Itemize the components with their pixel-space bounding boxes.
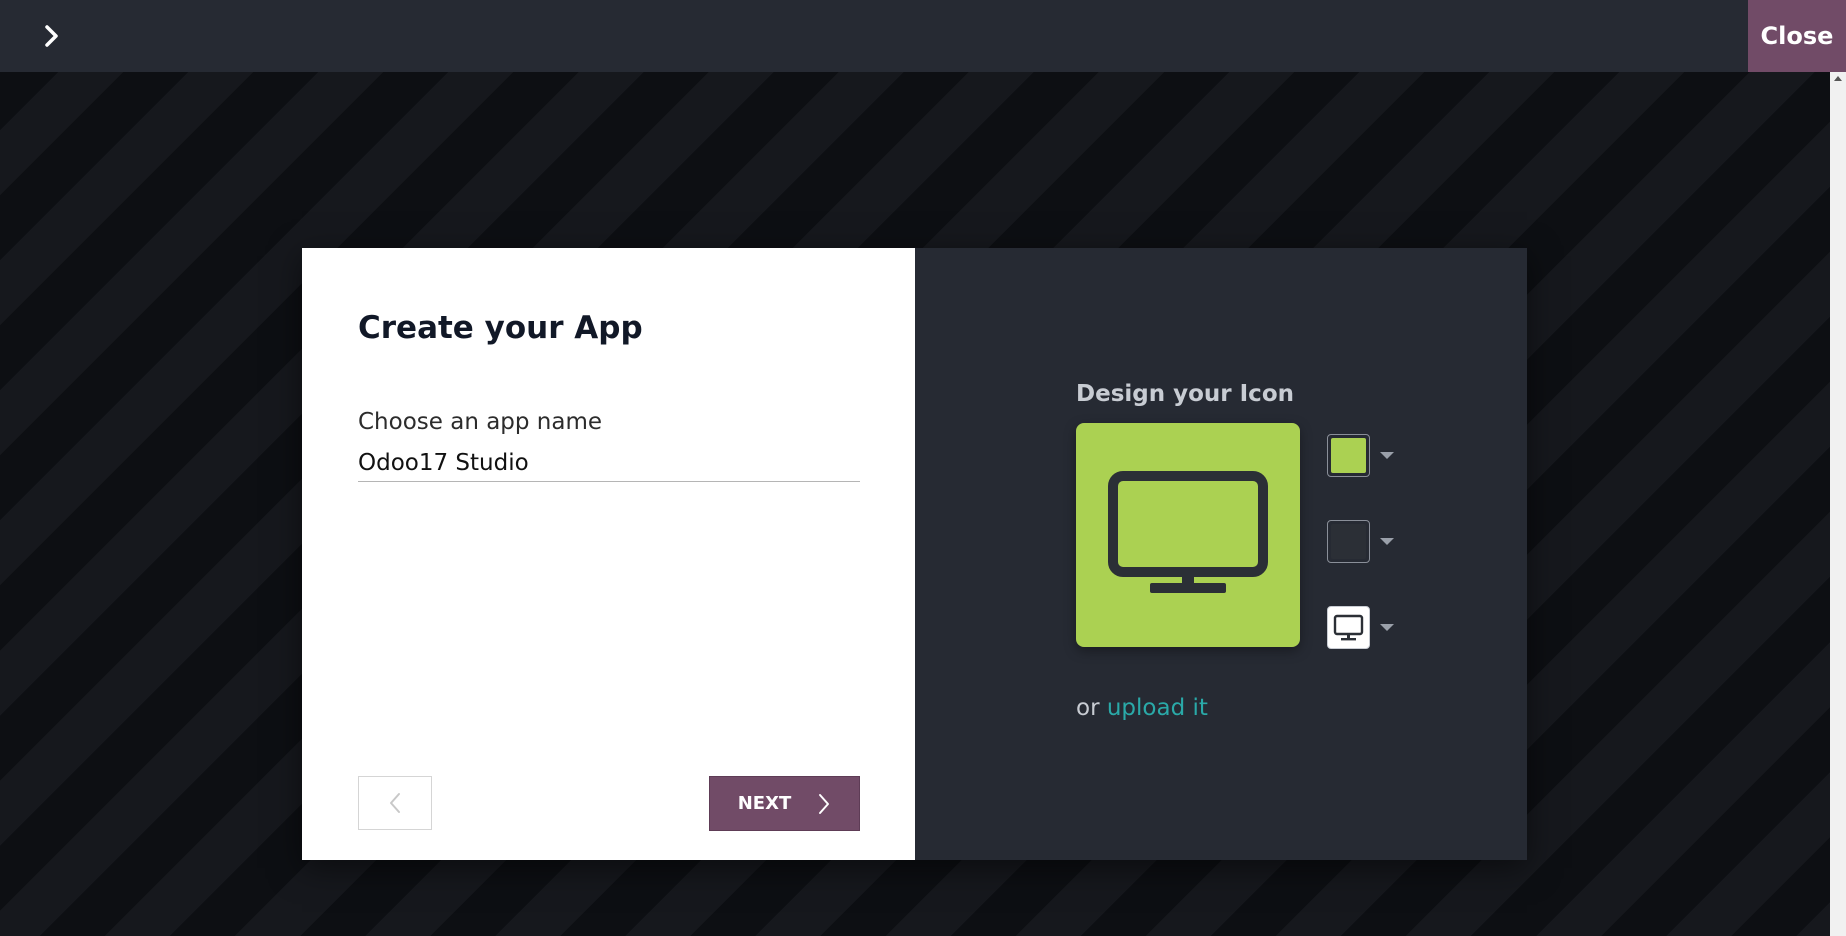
scroll-up-arrow-icon[interactable] <box>1834 76 1842 81</box>
next-button-label: NEXT <box>737 793 792 814</box>
upload-prefix: or <box>1076 695 1100 721</box>
icon-designer-panel: Design your Icon or upload it <box>915 248 1527 860</box>
app-name-input[interactable] <box>358 444 860 482</box>
icon-color-swatch[interactable] <box>1327 519 1370 563</box>
app-icon-preview <box>1076 423 1300 647</box>
chevron-left-icon <box>390 793 400 813</box>
upload-line: or upload it <box>1076 695 1208 721</box>
desktop-icon <box>1333 614 1364 640</box>
desktop-icon <box>1108 471 1268 593</box>
app-details-panel: Create your App Choose an app name NEXT <box>302 248 915 860</box>
background-color-swatch[interactable] <box>1327 433 1370 477</box>
app-name-label: Choose an app name <box>358 409 603 435</box>
icon-shape-swatch[interactable] <box>1327 605 1370 649</box>
caret-down-icon[interactable] <box>1380 537 1394 545</box>
expand-toggle[interactable] <box>30 14 74 58</box>
top-bar: Close <box>0 0 1846 72</box>
icon-shape-picker[interactable] <box>1327 605 1397 649</box>
previous-button[interactable] <box>358 776 432 830</box>
create-app-dialog: Create your App Choose an app name NEXT … <box>302 248 1527 860</box>
upload-icon-link[interactable]: upload it <box>1107 695 1208 721</box>
dialog-title: Create your App <box>358 310 643 346</box>
next-button[interactable]: NEXT <box>709 776 860 831</box>
chevron-right-icon <box>819 793 830 814</box>
icon-color-picker[interactable] <box>1327 519 1397 563</box>
caret-down-icon[interactable] <box>1380 451 1394 459</box>
design-icon-title: Design your Icon <box>1076 381 1294 407</box>
chevron-right-icon <box>45 25 58 47</box>
close-button[interactable]: Close <box>1748 0 1846 72</box>
scrollbar[interactable] <box>1830 72 1846 936</box>
background-color-picker[interactable] <box>1327 433 1397 477</box>
caret-down-icon[interactable] <box>1380 623 1394 631</box>
